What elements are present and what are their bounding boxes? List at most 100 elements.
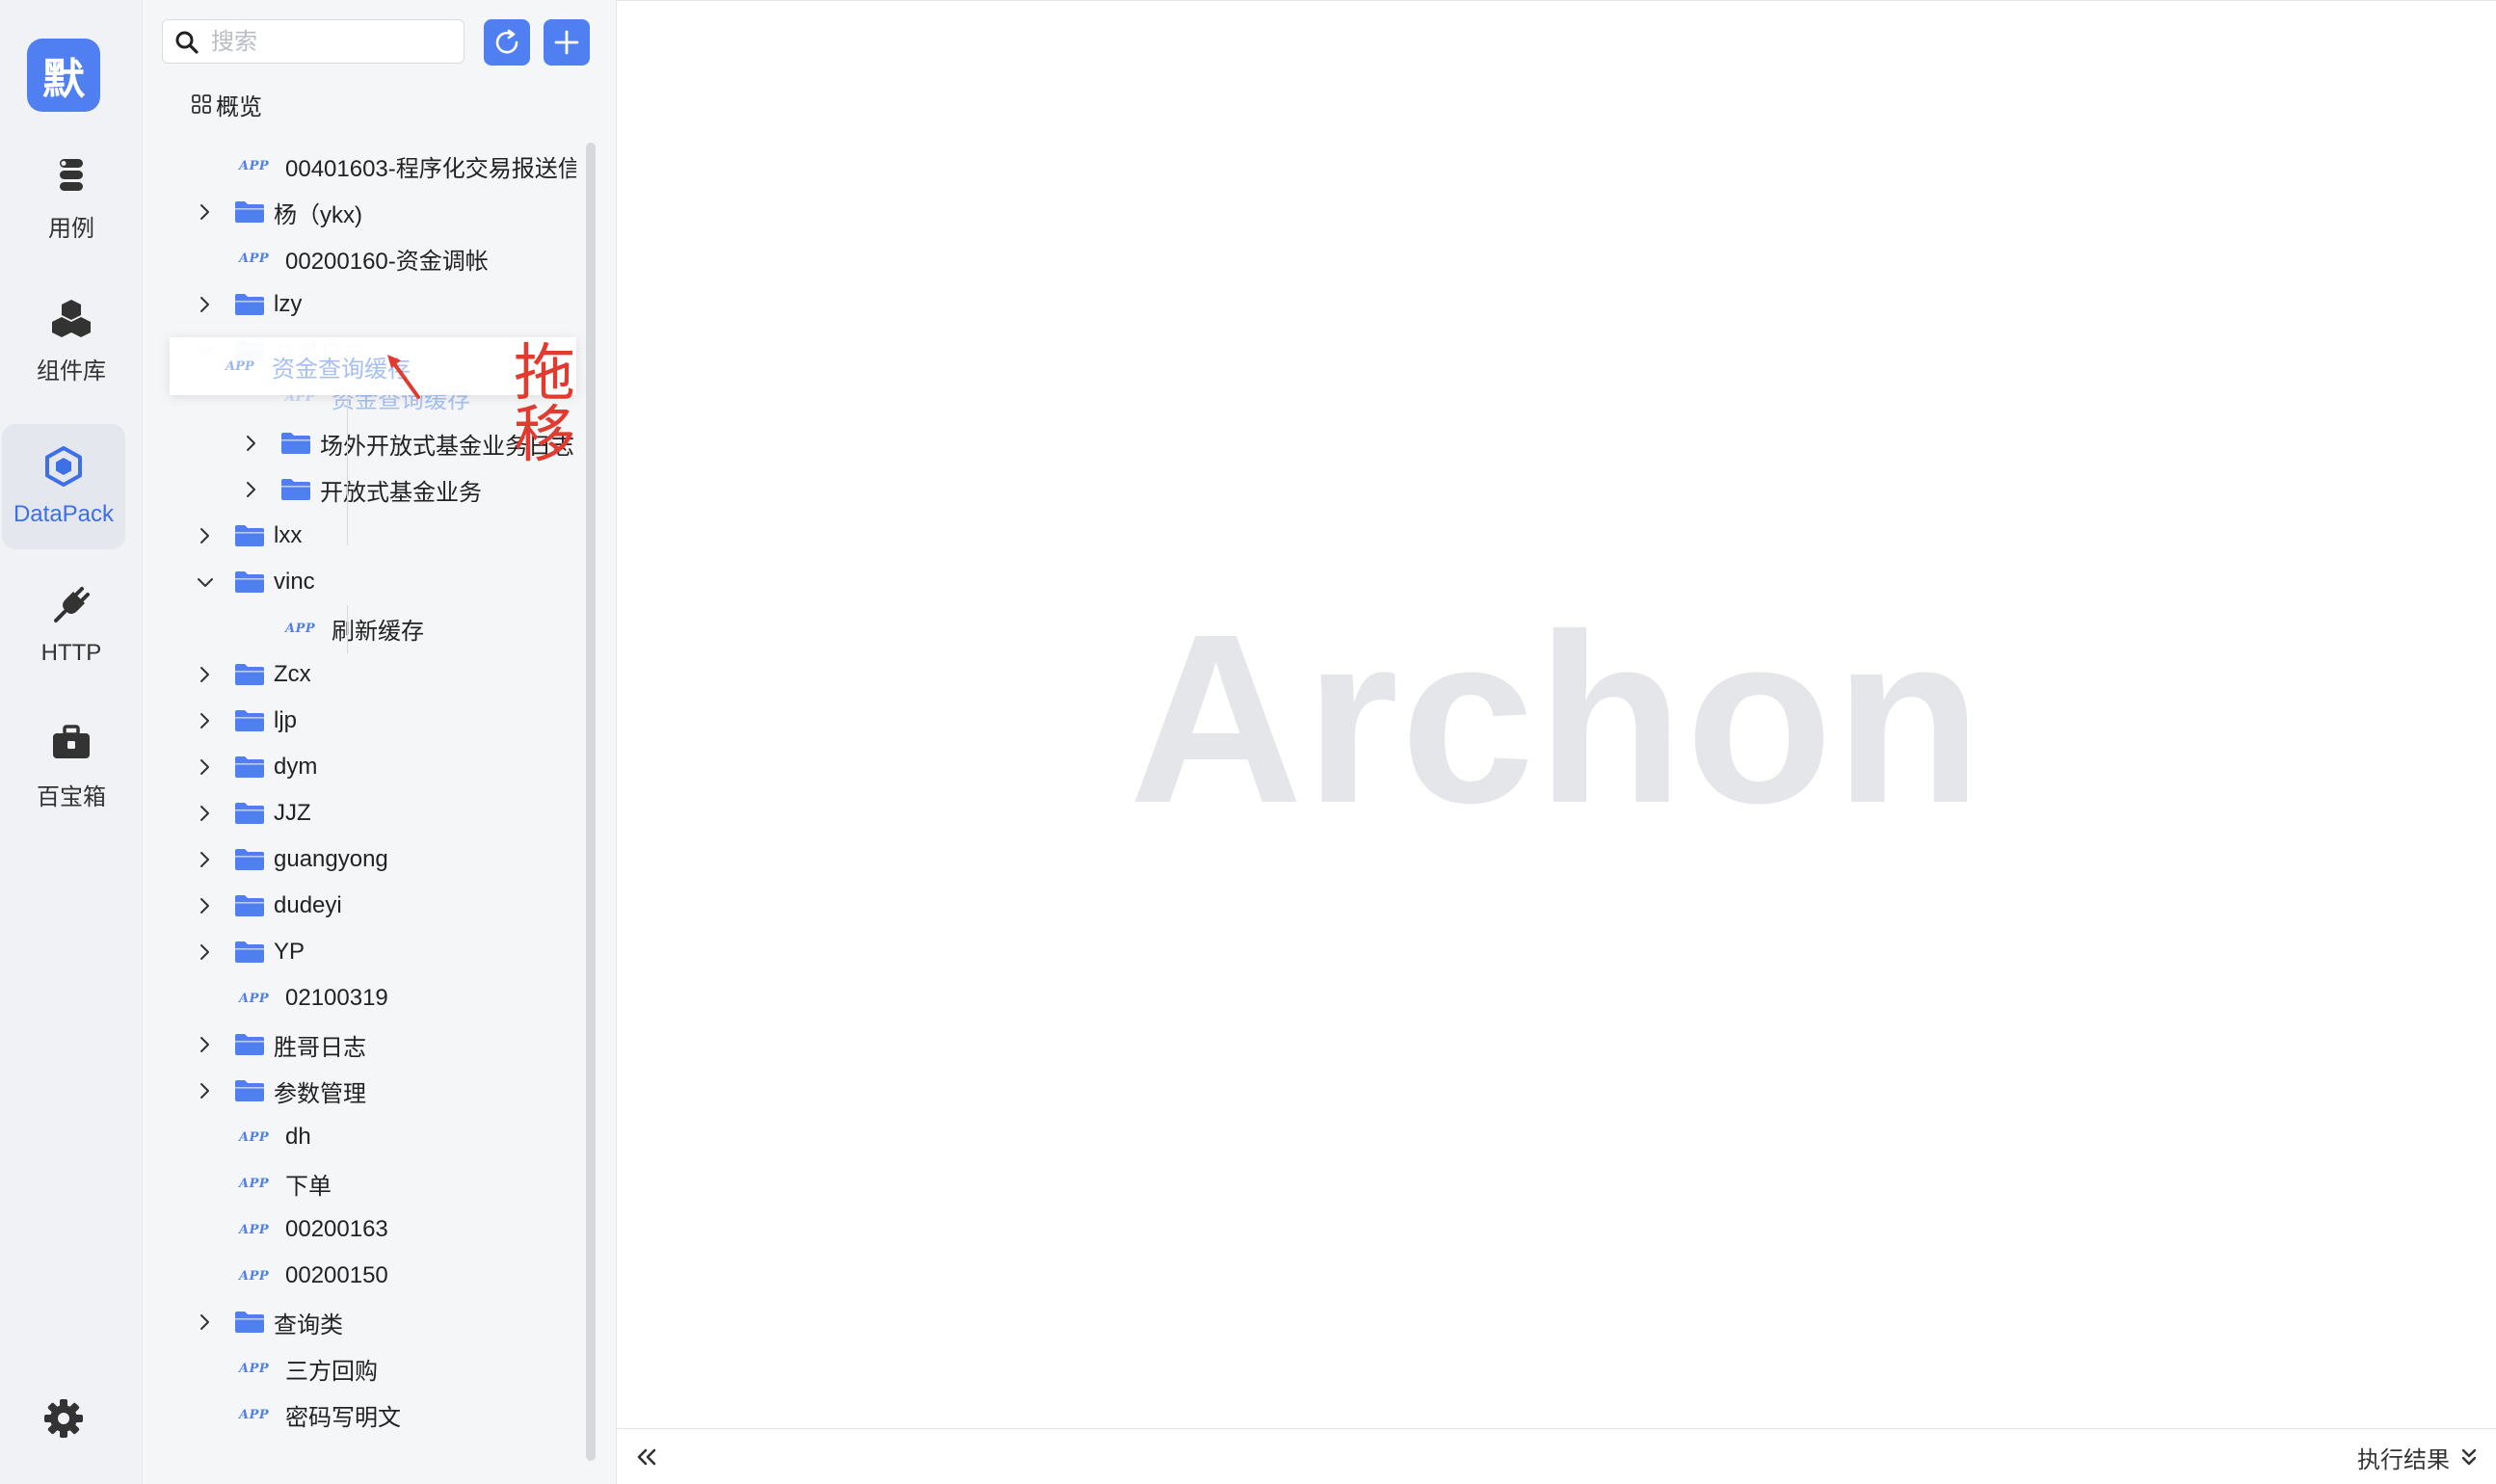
tree-app-row[interactable]: APP 00200150 [193,1253,576,1299]
tree-folder-row[interactable]: 开放式基金业务 [239,466,576,513]
nav-item-toolbox[interactable]: 百宝箱 [0,703,143,829]
search-input[interactable] [209,26,454,59]
chevron-right-icon[interactable] [193,1078,218,1103]
chevron-right-icon[interactable] [193,755,218,780]
tree-item-label: lxx [274,522,303,548]
tree-app-row[interactable]: APP 02100319 [193,975,576,1021]
chevron-right-icon[interactable] [193,893,218,918]
chevron-right-icon[interactable] [193,708,218,733]
overview-link[interactable]: 概览 [191,89,262,120]
tree-folder-row[interactable]: lzy [193,281,576,328]
tree-item-label: dym [274,754,318,780]
folder-icon [235,294,264,315]
tree-item-label: dudeyi [274,892,342,918]
chevron-right-icon[interactable] [193,1032,218,1057]
nav-item-use-case[interactable]: 用例 [0,135,143,260]
refresh-button[interactable] [484,19,530,66]
nav-label: 用例 [48,215,94,242]
folder-icon [235,1034,264,1055]
folder-icon [235,201,264,223]
chevron-down-icon[interactable] [193,570,218,595]
tree-folder-row[interactable]: 胜哥日志 [193,1021,576,1068]
tree-folder-row[interactable]: dudeyi [193,883,576,929]
tree-app-row[interactable]: APP 密码写明文 [193,1391,576,1438]
chevron-right-icon[interactable] [193,801,218,826]
app-badge: APP [285,621,316,636]
app-badge: APP [239,158,270,173]
tree-app-row[interactable]: APP 下单 [193,1160,576,1206]
tree-app-row[interactable]: APP 00401603-程序化交易报送信息 [193,143,576,189]
app-badge: APP [226,358,254,374]
nav-item-http[interactable]: HTTP [0,563,143,688]
tree-indent-guide [347,605,348,653]
folder-icon [235,1080,264,1101]
tree-item-label: Zcx [274,661,311,687]
tree-folder-row[interactable]: JJZ [193,790,576,836]
tree-item-label: 杨（ykx) [274,201,362,228]
tree-item-label: 参数管理 [274,1080,366,1107]
add-button[interactable] [544,19,590,66]
bottom-bar: 执行结果 [617,1428,2496,1484]
chevron-right-icon[interactable] [193,523,218,548]
plus-icon [554,30,579,55]
tree-item-label: dh [285,1124,311,1150]
tree-folder-row[interactable]: 杨（ykx) [193,189,576,235]
app-badge: APP [239,1129,270,1145]
tree-folder-row[interactable]: 查询类 [193,1299,576,1345]
tree-item-label: 查询类 [274,1312,343,1338]
app-badge: APP [239,1268,270,1284]
chevron-right-icon[interactable] [239,431,264,456]
tree-folder-row[interactable]: YP [193,929,576,975]
execution-results-label: 执行结果 [2357,1446,2450,1473]
chevron-right-icon[interactable] [193,199,218,225]
tree-folder-row[interactable]: ljp [193,698,576,744]
tree-folder-row[interactable]: 参数管理 [193,1068,576,1114]
chevron-right-icon[interactable] [193,662,218,687]
chevron-right-icon[interactable] [193,1310,218,1335]
tree-app-row[interactable]: APP 三方回购 [193,1345,576,1391]
chevron-right-icon[interactable] [193,940,218,965]
chevron-double-down-icon [2461,1448,2477,1466]
tree-item-label: 00200163 [285,1216,388,1242]
nav-label: DataPack [13,501,115,527]
tree-folder-row[interactable]: Zcx [193,651,576,698]
tree-scrollbar[interactable] [586,143,596,1461]
folder-icon [235,756,264,778]
tree-app-row[interactable]: APP 刷新缓存 [239,605,576,651]
settings-gear-icon[interactable] [42,1397,85,1440]
tree-item-label: JJZ [274,800,311,826]
tree-folder-row[interactable]: dym [193,744,576,790]
search-box [162,19,465,64]
folder-icon [235,895,264,916]
tree-item-label: 02100319 [285,985,388,1011]
app-logo[interactable]: 默 [27,39,100,112]
archon-watermark: Archon [1129,584,1984,853]
tree-item-label: YP [274,939,305,965]
collapse-left-icon[interactable] [634,1444,659,1470]
tree-item-label: 00200160-资金调帐 [285,248,489,275]
nav-item-component-library[interactable]: 组件库 [0,278,143,403]
tree-folder-row[interactable]: vinc [193,559,576,605]
chevron-right-icon[interactable] [239,477,264,502]
tree-folder-row[interactable]: lxx [193,513,576,559]
tree-app-row[interactable]: APP dh [193,1114,576,1160]
chevron-right-icon[interactable] [193,292,218,317]
nav-item-datapack[interactable]: DataPack [2,424,125,549]
execution-results-toggle[interactable]: 执行结果 [2357,1441,2479,1473]
toolbox-icon [53,724,90,758]
folder-icon [281,479,310,500]
tree-folder-row[interactable]: guangyong [193,836,576,883]
overview-label: 概览 [216,93,262,120]
tree-item-label: 00200150 [285,1262,388,1288]
grid-icon [192,94,211,114]
tree-app-row[interactable]: APP 00200160-资金调帐 [193,235,576,281]
chevron-right-icon[interactable] [193,847,218,872]
tree-item-label: 胜哥日志 [274,1034,366,1061]
app-badge: APP [239,1407,270,1422]
tree-app-row[interactable]: APP 00200163 [193,1206,576,1253]
app-badge: APP [239,991,270,1006]
folder-icon [235,525,264,546]
